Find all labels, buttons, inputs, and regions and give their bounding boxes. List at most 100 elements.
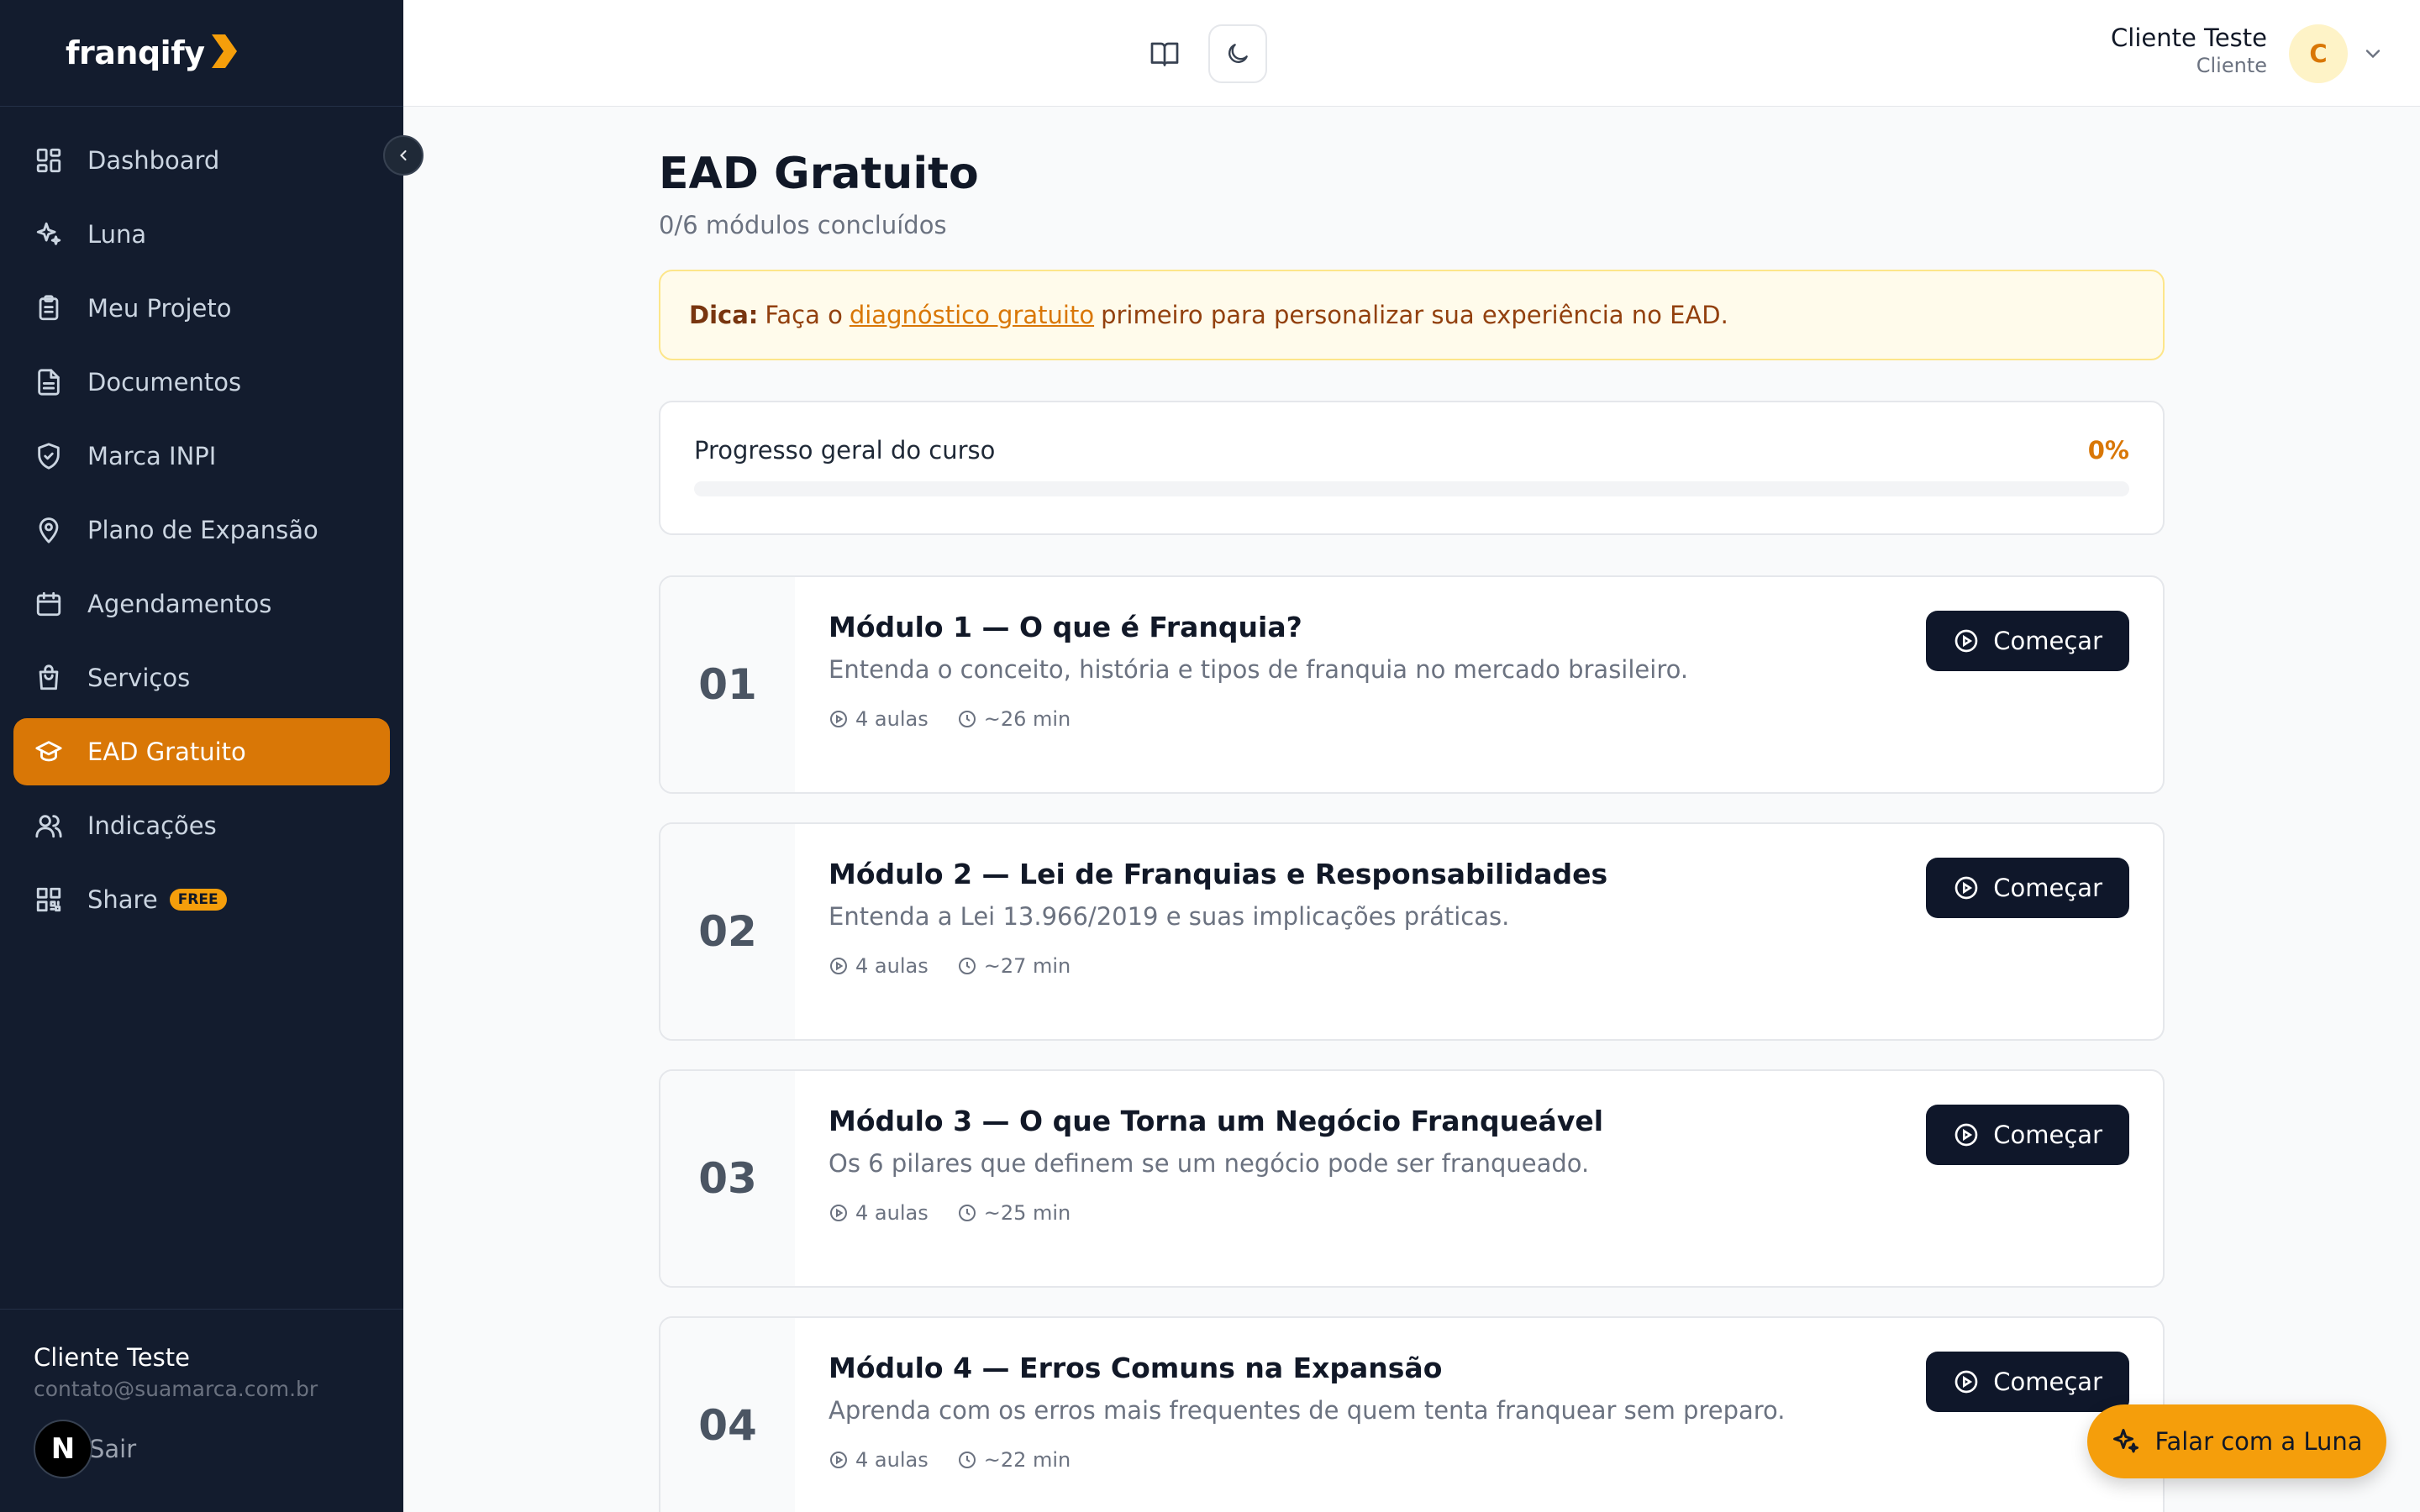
module-duration-text: ~22 min — [983, 1448, 1071, 1472]
sidebar-user-footer: Cliente Teste contato@suamarca.com.br N … — [0, 1309, 403, 1512]
header-user-name: Cliente Teste — [2111, 24, 2267, 52]
play-circle-icon — [830, 1452, 847, 1468]
play-circle-icon — [1954, 876, 1978, 900]
qr-code-icon — [34, 885, 64, 915]
moon-icon — [1228, 44, 1248, 63]
sidebar-item-marca-inpi[interactable]: Marca INPI — [13, 423, 390, 490]
progress-label: Progresso geral do curso — [694, 436, 996, 465]
start-button-label: Começar — [1993, 874, 2102, 902]
sidebar-item-documentos[interactable]: Documentos — [13, 349, 390, 416]
sidebar-item-label: Indicações — [87, 811, 217, 840]
shopping-bag-icon — [34, 663, 64, 693]
clock-icon — [958, 1452, 976, 1468]
sidebar-item-label: Share — [87, 885, 158, 914]
logo-chevron-icon — [207, 31, 240, 75]
sidebar: franqify Dashboard Luna Meu Projeto Docu… — [0, 0, 403, 1512]
logo[interactable]: franqify — [0, 0, 403, 107]
dashboard-icon — [34, 145, 64, 176]
start-button-label: Começar — [1993, 627, 2102, 655]
graduation-cap-icon — [34, 737, 64, 767]
sidebar-item-ead-gratuito[interactable]: EAD Gratuito — [13, 718, 390, 785]
module-lessons: 4 aulas — [829, 954, 929, 978]
module-lessons-text: 4 aulas — [855, 1448, 929, 1472]
tip-text-after: primeiro para personalizar sua experiênc… — [1101, 301, 1728, 329]
module-duration-text: ~26 min — [983, 707, 1071, 731]
sidebar-item-label: Marca INPI — [87, 442, 217, 470]
sidebar-item-label: Dashboard — [87, 146, 220, 175]
top-header: Cliente Teste Cliente C — [403, 0, 2420, 107]
sidebar-item-label: Meu Projeto — [87, 294, 232, 323]
module-duration: ~26 min — [957, 707, 1071, 731]
talk-to-luna-button[interactable]: Falar com a Luna — [2087, 1404, 2386, 1478]
sidebar-item-servicos[interactable]: Serviços — [13, 644, 390, 711]
module-duration-text: ~25 min — [983, 1201, 1071, 1225]
clock-icon — [958, 958, 976, 974]
avatar[interactable]: C — [2289, 24, 2348, 83]
progress-bar — [694, 481, 2129, 496]
module-card: 01 Módulo 1 — O que é Franquia? Entenda … — [659, 575, 2165, 794]
sparkles-icon — [34, 219, 64, 249]
play-circle-icon — [1954, 629, 1978, 653]
logout-label: Sair — [89, 1435, 137, 1463]
play-circle-icon — [830, 1205, 847, 1221]
module-card: 02 Módulo 2 — Lei de Franquias e Respons… — [659, 822, 2165, 1041]
module-lessons: 4 aulas — [829, 1201, 929, 1225]
calendar-icon — [34, 589, 64, 619]
sidebar-item-plano-de-expansao[interactable]: Plano de Expansão — [13, 496, 390, 564]
sidebar-item-agendamentos[interactable]: Agendamentos — [13, 570, 390, 638]
sidebar-item-share[interactable]: Share FREE — [13, 866, 390, 933]
sidebar-item-label: Documentos — [87, 368, 242, 396]
book-open-icon[interactable] — [1148, 39, 1181, 69]
start-module-button[interactable]: Começar — [1926, 611, 2129, 671]
module-duration: ~22 min — [957, 1448, 1071, 1472]
logout-button[interactable]: N Sair — [34, 1420, 370, 1478]
module-list: 01 Módulo 1 — O que é Franquia? Entenda … — [659, 575, 2165, 1512]
sidebar-collapse-button[interactable] — [383, 135, 424, 176]
play-circle-icon — [1954, 1123, 1978, 1147]
footer-user-email: contato@suamarca.com.br — [34, 1377, 318, 1401]
chevron-down-icon[interactable] — [2361, 42, 2385, 66]
start-button-label: Começar — [1993, 1368, 2102, 1396]
tip-text-before: Faça o — [765, 301, 843, 329]
sparkles-icon — [2113, 1429, 2139, 1453]
clock-icon — [958, 711, 976, 727]
footer-user-name: Cliente Teste — [34, 1343, 190, 1372]
sidebar-item-label: Agendamentos — [87, 590, 272, 618]
module-lessons-text: 4 aulas — [855, 707, 929, 731]
module-number: 04 — [660, 1318, 795, 1512]
tip-prefix: Dica: — [689, 301, 759, 329]
map-pin-icon — [34, 515, 64, 545]
diagnostico-link[interactable]: diagnóstico gratuito — [850, 301, 1094, 329]
start-module-button[interactable]: Começar — [1926, 1352, 2129, 1412]
module-lessons-text: 4 aulas — [855, 954, 929, 978]
start-module-button[interactable]: Começar — [1926, 858, 2129, 918]
clock-icon — [958, 1205, 976, 1221]
sidebar-item-meu-projeto[interactable]: Meu Projeto — [13, 275, 390, 342]
module-number: 03 — [660, 1071, 795, 1286]
avatar[interactable]: N — [34, 1420, 92, 1478]
document-icon — [34, 367, 64, 397]
header-user-info[interactable]: Cliente Teste Cliente — [2111, 24, 2267, 77]
progress-percent: 0% — [2087, 436, 2129, 465]
module-duration: ~25 min — [957, 1201, 1071, 1225]
start-module-button[interactable]: Começar — [1926, 1105, 2129, 1165]
module-duration-text: ~27 min — [983, 954, 1071, 978]
header-user-role: Cliente — [2196, 54, 2267, 77]
module-lessons: 4 aulas — [829, 707, 929, 731]
sidebar-nav: Dashboard Luna Meu Projeto Documentos Ma… — [0, 107, 403, 933]
start-button-label: Começar — [1993, 1121, 2102, 1149]
sidebar-item-dashboard[interactable]: Dashboard — [13, 127, 390, 194]
sidebar-item-label: Plano de Expansão — [87, 516, 318, 544]
module-duration: ~27 min — [957, 954, 1071, 978]
sidebar-item-indicacoes[interactable]: Indicações — [13, 792, 390, 859]
users-icon — [34, 811, 64, 841]
talk-to-luna-label: Falar com a Luna — [2154, 1427, 2363, 1456]
theme-toggle-button[interactable] — [1208, 24, 1267, 83]
clipboard-icon — [34, 293, 64, 323]
sidebar-item-luna[interactable]: Luna — [13, 201, 390, 268]
module-lessons-text: 4 aulas — [855, 1201, 929, 1225]
sidebar-item-label: EAD Gratuito — [87, 738, 246, 766]
play-circle-icon — [830, 958, 847, 974]
chevron-left-icon — [400, 150, 407, 161]
shield-check-icon — [34, 441, 64, 471]
